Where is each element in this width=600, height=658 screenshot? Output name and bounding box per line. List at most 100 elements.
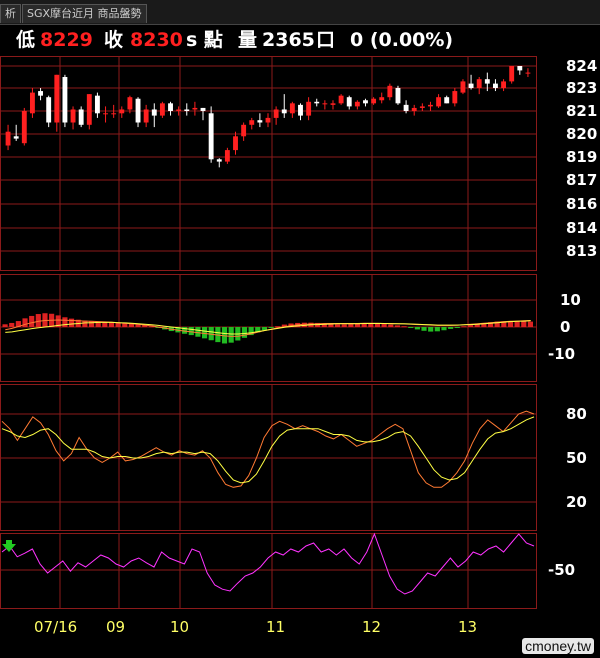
candle-body [298,104,303,116]
candle-body [216,159,222,162]
candle-body [29,92,35,114]
candle-body [476,79,482,88]
candle-body [127,97,133,110]
macd-histogram-bar [448,327,454,329]
date-tick-label: 10 [170,618,189,636]
candle-body [387,85,393,98]
candle-body [436,97,442,107]
price-tick-label: 824 [566,57,597,75]
macd-histogram-bar [428,327,434,332]
candle-body [444,97,450,104]
macd-histogram-bar [341,324,347,327]
candle-body [86,94,92,125]
macd-histogram-bar [414,327,420,330]
candle-body [338,95,344,104]
macd-histogram-bar [454,327,460,328]
close-label: 收 [104,29,124,51]
candle-body [322,103,328,105]
low-value: 8229 [40,29,93,51]
macd-histogram-bar [241,327,248,338]
cmoney-logo: cmoney.tw [522,638,594,654]
volume-value: 2365 [262,29,315,51]
candle-body [111,113,117,115]
oscillator-tick-label: -50 [548,561,575,579]
macd-histogram-bar [401,326,407,328]
candle-body [460,81,466,93]
oscillator-panel [0,533,537,609]
macd-histogram-bar [348,324,354,327]
price-tick-label: 823 [566,79,597,97]
candle-body [484,79,490,84]
candle-body [208,113,214,160]
macd-histogram-bar [374,323,381,327]
tab-sgx-taiwan-near-month[interactable]: SGX摩台近月 商品盤勢 [22,4,147,23]
kd-tick-label: 50 [566,449,587,467]
candle-body [184,109,190,111]
macd-histogram-bar [188,327,194,336]
macd-histogram-bar [62,317,68,327]
price-tick-label: 814 [566,219,597,237]
candle-body [38,91,43,96]
candle-body [176,109,182,111]
candle-body [159,103,165,116]
macd-histogram-bar [527,321,533,327]
candle-body [200,107,206,111]
close-value: 8230 [130,29,183,51]
unit-label: s 點 [186,29,223,51]
candlestick-panel [0,56,537,271]
candle-body [46,97,52,123]
macd-histogram-bar [9,322,15,327]
macd-histogram-bar [195,327,201,337]
price-tick-label: 813 [566,242,597,260]
candle-body [192,107,198,110]
change-value: 0 (0.00%) [350,29,454,51]
candle-body [241,124,247,137]
macd-histogram-bar [408,327,414,328]
candle-body [363,100,368,104]
macd-histogram-bar [441,327,447,331]
candle-body [119,109,125,114]
candle-body [314,101,320,104]
candle-body [452,91,458,104]
candle-body [306,101,312,116]
macd-histogram-bar [108,322,115,327]
candle-body [501,81,507,88]
macd-histogram-bar [88,321,95,327]
volume-unit: 口 [316,29,336,51]
candle-body [517,66,523,71]
candle-body [395,88,401,104]
kd-tick-label: 20 [566,493,587,511]
candle-body [94,95,100,114]
macd-histogram-bar [2,324,8,327]
macd-histogram-bar [335,324,341,327]
macd-histogram-bar [461,326,467,328]
price-tick-label: 819 [566,148,597,166]
macd-histogram-bar [202,327,208,339]
candle-body [78,109,84,125]
macd-histogram-bar [394,325,400,327]
candle-body [419,106,425,108]
kd-tick-label: 80 [566,405,587,423]
candle-body [54,74,60,123]
macd-histogram-bar [69,318,75,327]
macd-tick-label: -10 [548,345,575,363]
macd-histogram-bar [22,318,28,327]
macd-histogram-bar [421,327,427,331]
candle-body [330,103,336,105]
candle-body [5,131,11,146]
candle-body [371,98,377,104]
macd-histogram-bar [521,321,527,327]
price-tick-label: 821 [566,102,597,120]
candle-body [21,111,27,144]
macd-histogram-bar [268,327,274,328]
candle-body [168,103,173,111]
candle-body [354,101,360,107]
date-tick-label: 13 [458,618,477,636]
macd-tick-label: 10 [560,291,581,309]
volume-label: 量 [238,29,258,51]
market-chart: 824 823 821 820 819 817 816 814 813 10 0 -10 80 50 20 -… [0,56,597,636]
d-line [1,416,535,484]
tab-previous[interactable]: 析 [0,4,21,23]
candle-body [151,109,157,116]
macd-tick-label: 0 [560,318,570,336]
